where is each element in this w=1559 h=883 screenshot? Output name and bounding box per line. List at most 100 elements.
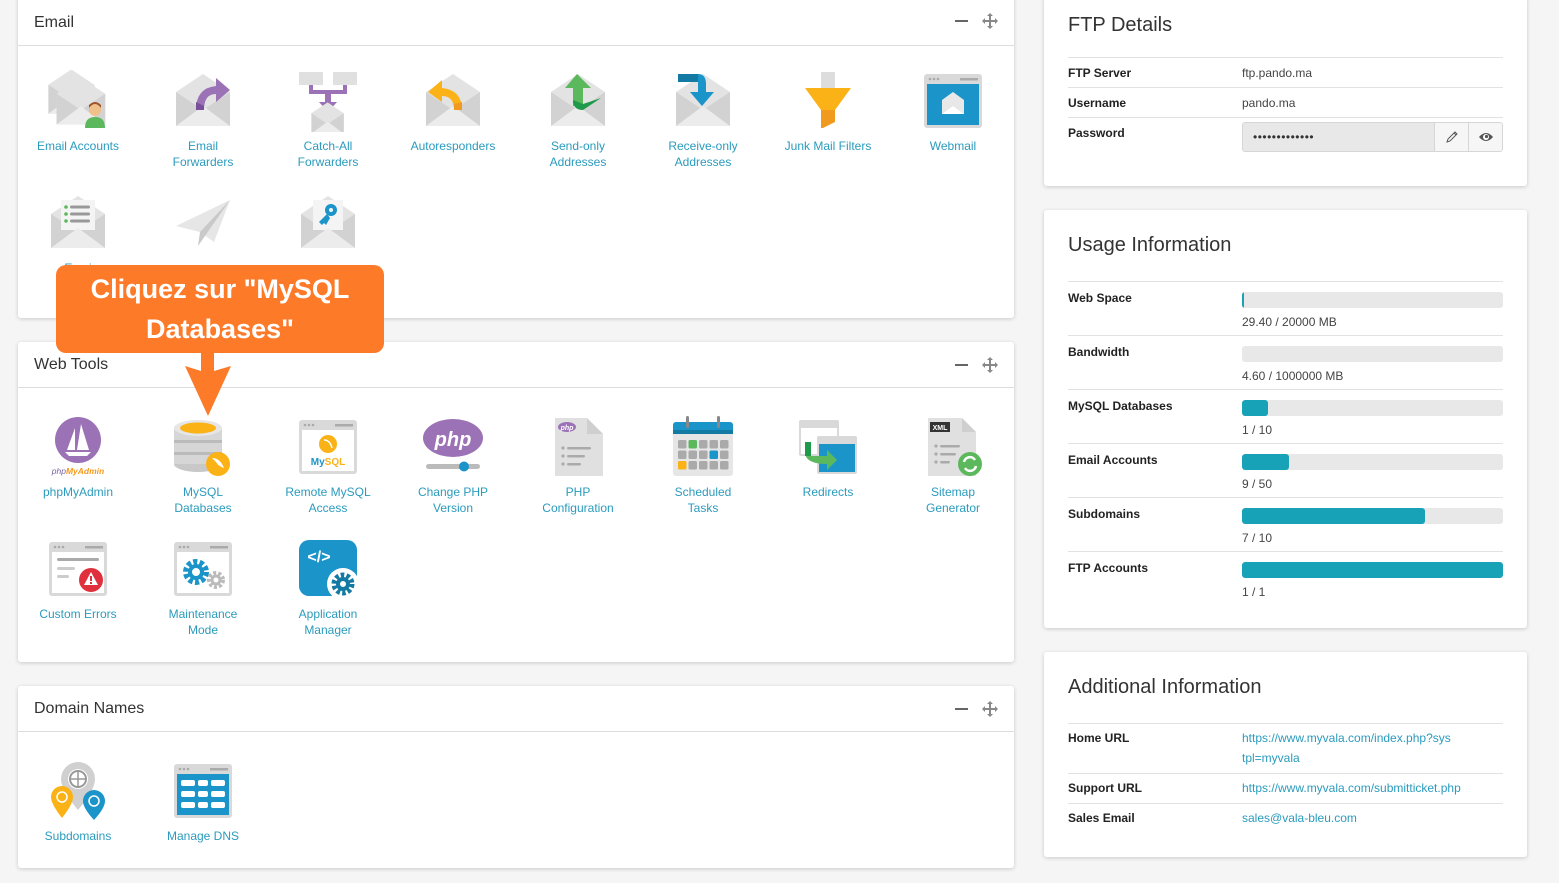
email-accounts-icon [48, 70, 106, 128]
eye-icon [1478, 133, 1493, 141]
junk-filter-icon [805, 72, 851, 128]
tile-junk-filters[interactable]: Junk Mail Filters [766, 70, 890, 154]
usage-value: 4.60 / 1000000 MB [1242, 369, 1344, 383]
minimize-icon[interactable] [955, 363, 968, 366]
tile-label: Email Forwarders [172, 139, 234, 169]
email-forwarders-icon [176, 74, 230, 126]
calendar-day-cell [709, 450, 718, 459]
edit-password-button[interactable] [1434, 123, 1468, 151]
calendar-day-cell [720, 461, 729, 470]
calendar-day-cell [720, 440, 729, 449]
tile-app-manager[interactable]: </> Application Manager [266, 538, 390, 638]
tile-send-only[interactable]: Send-only Addresses [516, 70, 640, 170]
usage-progress-fill [1242, 562, 1503, 578]
domain-names-panel: Domain Names Subdomains Manage DNS [18, 686, 1014, 868]
move-icon[interactable] [982, 12, 998, 29]
tile-maintenance[interactable]: Maintenance Mode [141, 538, 265, 638]
tile-label: Subdomains [44, 829, 112, 843]
tile-label: Send-only Addresses [549, 139, 607, 169]
php-config-icon: php [555, 418, 603, 476]
support-url-row: Support URL https://www.myvala.com/submi… [1068, 773, 1503, 803]
tile-sitemap[interactable]: XML Sitemap Generator [891, 416, 1015, 516]
support-url-link[interactable]: https://www.myvala.com/submitticket.php [1242, 781, 1461, 795]
tile-paper-plane[interactable] [141, 192, 265, 260]
usage-progress-bar [1242, 346, 1503, 362]
usage-row: Email Accounts 9 / 50 [1068, 443, 1503, 497]
minimize-icon[interactable] [955, 19, 968, 22]
ftp-details-card: FTP Details FTP Server ftp.pando.ma User… [1044, 0, 1527, 186]
tile-label: Custom Errors [39, 607, 117, 621]
svg-text:XML: XML [933, 425, 949, 432]
tile-scheduled-tasks[interactable]: Scheduled Tasks [641, 416, 765, 516]
dns-icon [174, 764, 232, 818]
tile-remote-mysql[interactable]: MySQL Remote MySQL Access [266, 416, 390, 516]
tile-redirects[interactable]: Redirects [766, 416, 890, 500]
tile-label: Manage DNS [166, 829, 240, 843]
tile-manage-dns[interactable]: Manage DNS [141, 760, 265, 844]
tile-phpmyadmin[interactable]: phpMyAdmin phpMyAdmin [16, 416, 140, 500]
autoresponders-icon [426, 74, 480, 126]
tile-custom-errors[interactable]: Custom Errors [16, 538, 140, 622]
ftp-details-title: FTP Details [1068, 14, 1173, 36]
sitemap-icon: XML [928, 418, 982, 476]
password-key: Password [1068, 126, 1125, 140]
tile-catch-all[interactable]: Catch-All Forwarders [266, 70, 390, 170]
ftp-server-row: FTP Server ftp.pando.ma [1068, 57, 1503, 87]
tile-label: Junk Mail Filters [784, 139, 872, 153]
tile-label: Change PHP Version [417, 485, 489, 515]
usage-progress-fill [1242, 400, 1269, 416]
minimize-icon[interactable] [955, 707, 968, 710]
tile-webmail[interactable]: Webmail [891, 70, 1015, 154]
home-url-link[interactable]: https://www.myvala.com/index.php?systpl=… [1242, 728, 1452, 768]
move-icon[interactable] [982, 356, 998, 373]
calendar-day-cell [699, 461, 708, 470]
tile-autoresponders[interactable]: Autoresponders [391, 70, 515, 154]
tile-php-config[interactable]: php PHP Configuration [516, 416, 640, 516]
usage-info-title: Usage Information [1068, 234, 1232, 256]
calendar-day-cell [678, 461, 687, 470]
calendar-day-cell [720, 450, 729, 459]
svg-text:</>: </> [307, 549, 330, 566]
pencil-icon [1445, 131, 1458, 143]
mysql-database-icon [174, 420, 230, 476]
move-icon[interactable] [982, 700, 998, 717]
usage-progress-fill [1242, 292, 1244, 308]
maintenance-icon [174, 542, 232, 596]
domain-panel-header: Domain Names [18, 686, 1014, 732]
sales-email-key: Sales Email [1068, 811, 1135, 825]
calendar-icon [673, 416, 733, 476]
tile-subdomains[interactable]: Subdomains [16, 760, 140, 844]
usage-progress-bar [1242, 562, 1503, 578]
usage-rows: Web Space 29.40 / 20000 MB Bandwidth 4.60 /… [1068, 281, 1503, 605]
additional-info-card: Additional Information Home URL https://… [1044, 652, 1527, 857]
tile-mysql-databases[interactable]: MySQL Databases [141, 416, 265, 516]
calendar-day-cell [678, 440, 687, 449]
password-field[interactable]: ••••••••••••• [1242, 122, 1503, 152]
email-key-icon [301, 196, 355, 248]
tile-mailing-list[interactable]: Emai [16, 192, 140, 276]
email-panel-title: Email [34, 13, 75, 31]
tile-email-forwarders[interactable]: Email Forwarders [141, 70, 265, 170]
tile-label: Webmail [929, 139, 977, 153]
usage-key: Web Space [1068, 291, 1132, 305]
password-row: Password ••••••••••••• [1068, 117, 1503, 152]
username-value: pando.ma [1242, 96, 1296, 110]
tile-change-php[interactable]: php Change PHP Version [391, 416, 515, 516]
tile-label: Email Accounts [36, 139, 120, 153]
usage-progress-bar [1242, 454, 1503, 470]
tile-label: PHP Configuration [542, 485, 614, 515]
send-only-icon [551, 74, 605, 126]
calendar-day-cell [678, 450, 687, 459]
sales-email-link[interactable]: sales@vala-bleu.com [1242, 811, 1357, 825]
usage-row: Web Space 29.40 / 20000 MB [1068, 281, 1503, 335]
show-password-button[interactable] [1468, 123, 1502, 151]
domain-panel-title: Domain Names [34, 699, 145, 717]
tile-receive-only[interactable]: Receive-only Addresses [641, 70, 765, 170]
redirects-icon [799, 420, 857, 474]
svg-text:phpMyAdmin: phpMyAdmin [51, 466, 104, 476]
tile-email-accounts[interactable]: Email Accounts [16, 70, 140, 154]
tile-email-key[interactable] [266, 192, 390, 260]
additional-info-title: Additional Information [1068, 676, 1262, 698]
calendar-day-cell [709, 461, 718, 470]
app-manager-icon: </> [299, 540, 359, 600]
